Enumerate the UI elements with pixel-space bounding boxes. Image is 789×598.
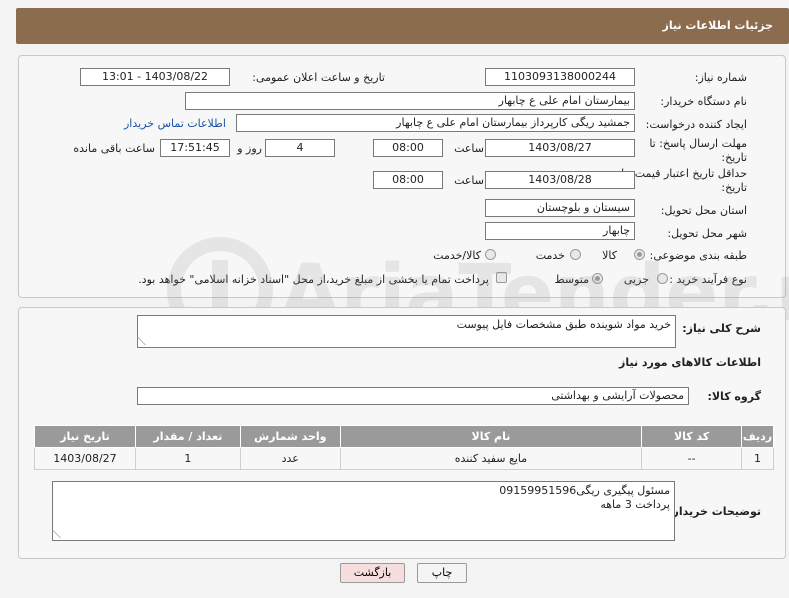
announce-datetime-label: تاریخ و ساعت اعلان عمومی: — [252, 71, 385, 84]
price-validity-label: حداقل تاریخ اعتبار قیمت: تا — [621, 167, 747, 180]
col-row-header: ردیف — [741, 425, 774, 448]
province-label: استان محل تحویل: — [660, 204, 747, 217]
reply-deadline-date-field: 1403/08/27 — [485, 139, 635, 157]
purchase-option-medium: متوسط — [554, 273, 589, 286]
province-field: سیستان و بلوچستان — [485, 199, 635, 217]
reply-deadline-label: مهلت ارسال پاسخ: تا — [649, 137, 747, 150]
cell-unit: عدد — [239, 447, 341, 470]
table-row: 1 -- مایع سفید کننده عدد 1 1403/08/27 — [34, 447, 774, 470]
table-header-row: ردیف کد کالا نام کالا واحد شمارش تعداد /… — [34, 425, 774, 448]
purchase-radio-medium[interactable] — [592, 273, 603, 284]
buyer-notes-field: مسئول پیگیری ریگی09159951596 پرداخت 3 ما… — [52, 481, 675, 541]
buyer-contact-link[interactable]: اطلاعات تماس خریدار — [124, 117, 226, 130]
back-button[interactable]: بازگشت — [340, 563, 405, 583]
description-text: خرید مواد شوینده طبق مشخصات فایل پیوست — [456, 318, 671, 331]
creator-field: جمشید ریگی کارپرداز بیمارستان امام علی ع… — [236, 114, 635, 132]
print-button[interactable]: چاپ — [417, 563, 467, 583]
goods-table: ردیف کد کالا نام کالا واحد شمارش تعداد /… — [34, 425, 774, 470]
col-date-header: تاریخ نیاز — [34, 425, 136, 448]
price-validity-label-date: تاریخ: — [721, 181, 747, 194]
need-number-field: 1103093138000244 — [485, 68, 635, 86]
goods-group-label: گروه کالا: — [707, 390, 761, 403]
remaining-time-label: ساعت باقی مانده — [73, 142, 155, 155]
reply-deadline-days-field: 4 — [265, 139, 335, 157]
reply-deadline-time-field: 08:00 — [373, 139, 443, 157]
purchase-type-label: نوع فرآیند خرید : — [669, 273, 747, 286]
need-number-label: شماره نیاز: — [694, 71, 747, 84]
col-unit-header: واحد شمارش — [239, 425, 341, 448]
cell-row: 1 — [741, 447, 774, 470]
description-label: شرح کلی نیاز: — [682, 322, 761, 335]
category-label: طبقه بندی موضوعی: — [649, 249, 747, 262]
goods-section-title: اطلاعات کالاهای مورد نیاز — [619, 356, 761, 369]
reply-deadline-label-date: تاریخ: — [721, 151, 747, 164]
category-radio-both[interactable] — [485, 249, 496, 260]
cell-name: مایع سفید کننده — [339, 447, 643, 470]
category-option-both: کالا/خدمت — [433, 249, 481, 262]
cell-code: -- — [641, 447, 743, 470]
purchase-option-minor: جزیی — [623, 273, 649, 286]
price-validity-time-field: 08:00 — [373, 171, 443, 189]
col-qty-header: تعداد / مقدار — [134, 425, 241, 448]
buyer-org-label: نام دستگاه خریدار: — [660, 95, 747, 108]
cell-qty: 1 — [134, 447, 241, 470]
price-validity-date-field: 1403/08/28 — [485, 171, 635, 189]
cell-date: 1403/08/27 — [34, 447, 136, 470]
reply-deadline-time-label: ساعت — [454, 142, 484, 155]
page-header: جزئیات اطلاعات نیاز — [16, 8, 789, 44]
resize-handle-icon[interactable] — [137, 337, 153, 345]
price-validity-time-label: ساعت — [454, 174, 484, 187]
category-radio-goods[interactable] — [634, 249, 645, 260]
city-field: چابهار — [485, 222, 635, 240]
category-option-goods: کالا — [602, 249, 617, 262]
buyer-notes-line-1: مسئول پیگیری ریگی09159951596 — [499, 484, 670, 497]
treasury-checkbox[interactable] — [496, 272, 507, 283]
announce-datetime-field: 1403/08/22 - 13:01 — [80, 68, 230, 86]
buyer-notes-line-2: پرداخت 3 ماهه — [600, 498, 670, 511]
creator-label: ایجاد کننده درخواست: — [645, 118, 747, 131]
category-radio-service[interactable] — [570, 249, 581, 260]
category-option-service: خدمت — [535, 249, 565, 262]
buyer-org-field: بیمارستان امام علی ع چابهار — [185, 92, 635, 110]
col-code-header: کد کالا — [641, 425, 743, 448]
goods-group-field: محصولات آرایشی و بهداشتی — [137, 387, 689, 405]
col-name-header: نام کالا — [339, 425, 643, 448]
purchase-radio-minor[interactable] — [657, 273, 668, 284]
remaining-time-field: 17:51:45 — [160, 139, 230, 157]
page-title: جزئیات اطلاعات نیاز — [662, 19, 774, 32]
treasury-note: پرداخت تمام یا بخشی از مبلغ خرید،از محل … — [138, 273, 489, 286]
buyer-notes-label: توضیحات خریدار: — [668, 505, 761, 518]
days-label: روز و — [237, 142, 262, 155]
description-field: خرید مواد شوینده طبق مشخصات فایل پیوست — [137, 315, 676, 348]
city-label: شهر محل تحویل: — [667, 227, 747, 240]
resize-handle-icon[interactable] — [52, 530, 68, 538]
